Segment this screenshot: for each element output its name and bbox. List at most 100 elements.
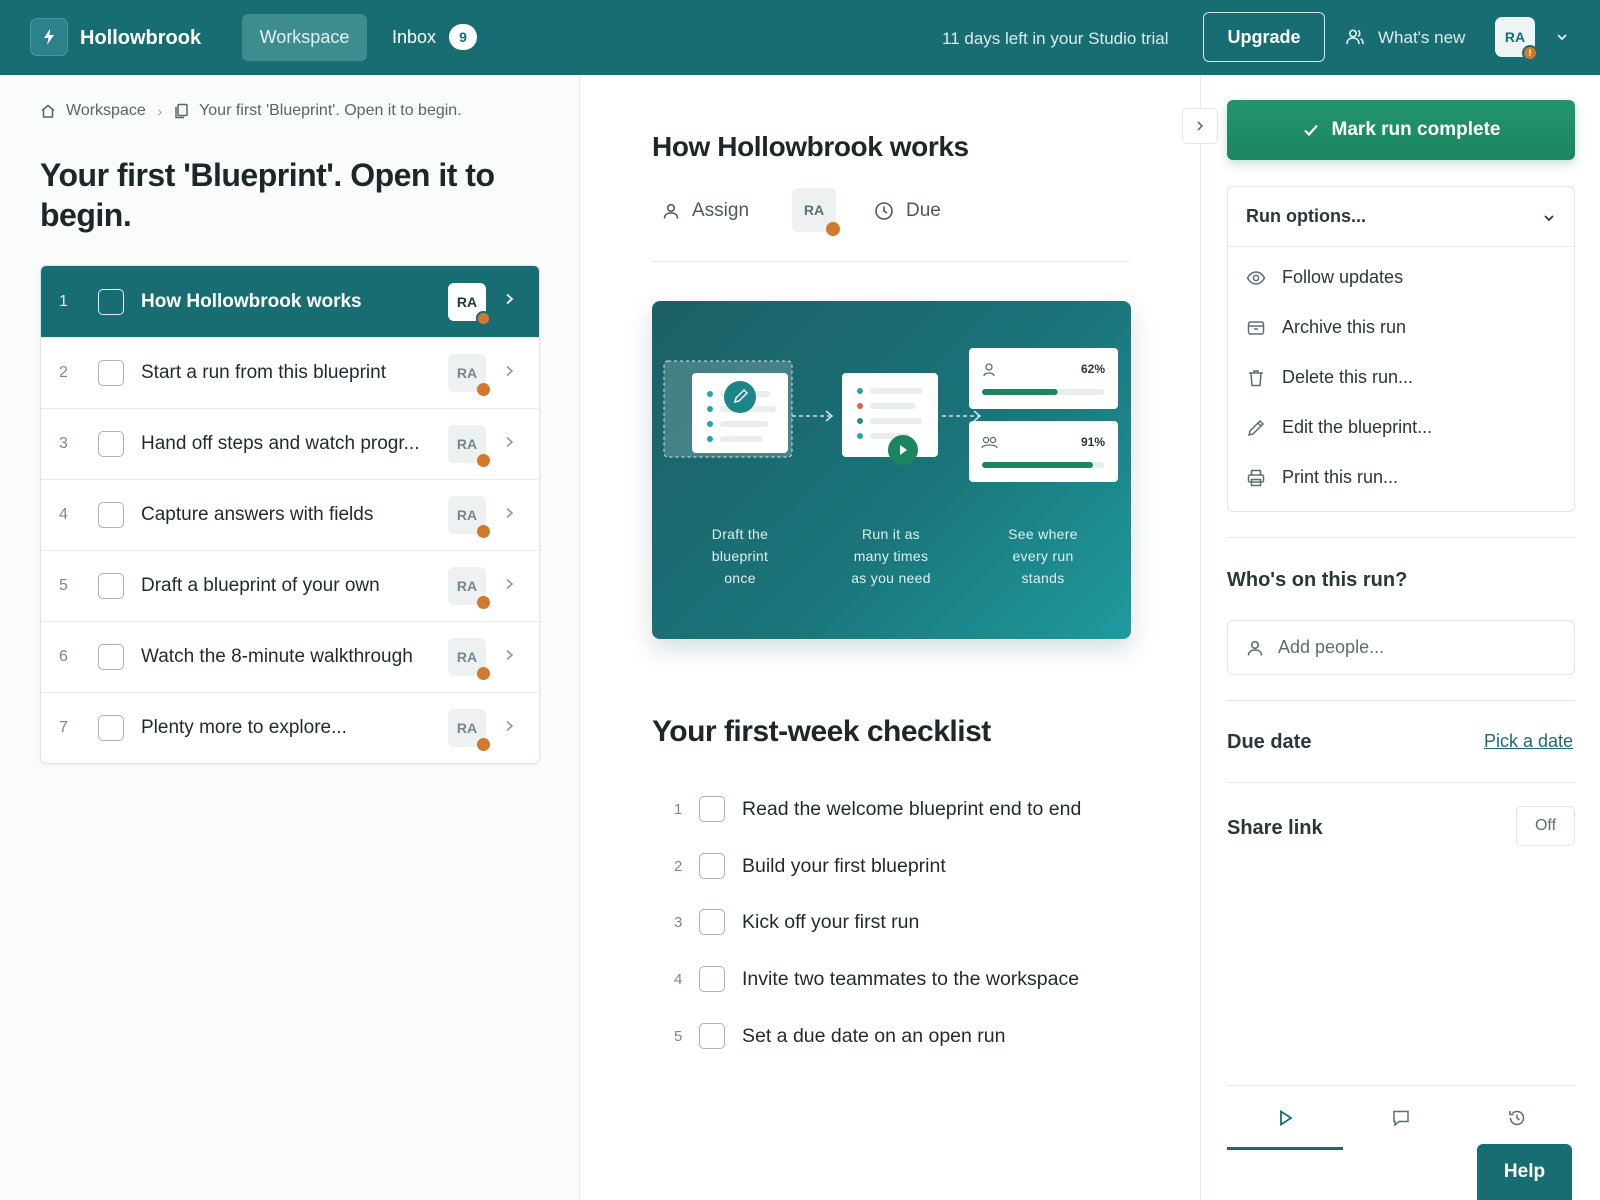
chevron-down-icon[interactable] (1555, 30, 1569, 49)
brand-name[interactable]: Hollowbrook (80, 27, 201, 50)
run-options-label: Run options... (1246, 206, 1366, 226)
share-link-toggle[interactable]: Off (1516, 806, 1575, 846)
collapse-sidebar-button[interactable] (1182, 108, 1218, 144)
printer-icon (1246, 468, 1266, 488)
nav-workspace[interactable]: Workspace (242, 14, 367, 61)
whats-new-link[interactable]: What's new (1378, 28, 1465, 48)
caption-track: See where every run stands (1008, 526, 1078, 586)
assignee-avatar[interactable]: RA (792, 188, 840, 236)
add-people-input[interactable]: Add people... (1227, 620, 1575, 675)
menu-print-run[interactable]: Print this run... (1246, 467, 1398, 488)
history-icon (1507, 1108, 1527, 1128)
step-row[interactable]: 3 Hand off steps and watch progr... RA (41, 408, 539, 479)
tab-run[interactable] (1227, 1108, 1343, 1128)
assignee-avatar[interactable]: RA (448, 638, 490, 680)
step-checkbox[interactable] (98, 502, 124, 528)
comment-icon (1391, 1108, 1411, 1128)
step-label[interactable]: Watch the 8-minute walkthrough (141, 646, 413, 668)
mark-complete-label: Mark run complete (1331, 119, 1501, 140)
step-checkbox[interactable] (98, 431, 124, 457)
run-options-menu: Run options... Follow updates Archive th… (1227, 186, 1575, 512)
mark-complete-button[interactable]: Mark run complete (1227, 100, 1575, 160)
menu-delete-run[interactable]: Delete this run... (1246, 367, 1413, 388)
assignee-avatar[interactable]: RA (448, 567, 490, 609)
step-row[interactable]: 5 Draft a blueprint of your own RA (41, 550, 539, 621)
step-label[interactable]: Hand off steps and watch progr... (141, 433, 420, 455)
item-text: Kick off your first run (742, 910, 920, 933)
nav-inbox[interactable]: Inbox (392, 27, 436, 48)
run-options-toggle[interactable]: Run options... (1228, 187, 1574, 247)
check-icon (1302, 121, 1320, 139)
step-checkbox[interactable] (98, 360, 124, 386)
chevron-right-icon[interactable] (502, 648, 516, 667)
step-content-panel: How Hollowbrook works Assign RA Due 62% … (580, 75, 1200, 1200)
step-list: 1 How Hollowbrook works RA 2 Start a run… (40, 265, 540, 764)
tab-comments[interactable] (1343, 1108, 1459, 1128)
breadcrumb-root[interactable]: Workspace (66, 102, 146, 120)
item-number: 1 (674, 800, 683, 818)
step-row[interactable]: 6 Watch the 8-minute walkthrough RA (41, 621, 539, 692)
item-checkbox[interactable] (699, 853, 725, 879)
clock-icon (874, 201, 894, 221)
assignee-avatar[interactable]: RA (448, 709, 490, 751)
section-divider (1227, 537, 1575, 538)
how-it-works-illustration: 62% 91% Draft the blueprint once Run it as… (652, 301, 1131, 639)
step-row[interactable]: 1 How Hollowbrook works RA (41, 266, 539, 337)
step-checkbox[interactable] (98, 573, 124, 599)
menu-archive-run[interactable]: Archive this run (1246, 317, 1406, 338)
tab-history[interactable] (1459, 1108, 1575, 1128)
item-number: 2 (674, 857, 683, 875)
chevron-right-icon[interactable] (502, 292, 516, 311)
item-number: 4 (674, 970, 683, 988)
chevron-right-icon[interactable] (502, 435, 516, 454)
step-row[interactable]: 7 Plenty more to explore... RA (41, 692, 539, 763)
item-checkbox[interactable] (699, 909, 725, 935)
due-button[interactable]: Due (874, 200, 941, 222)
assignee-avatar[interactable]: RA (448, 425, 490, 467)
item-text: Build your first blueprint (742, 854, 946, 877)
assignee-avatar[interactable]: RA (448, 282, 491, 326)
checklist-item[interactable]: 2 Build your first blueprint (652, 846, 1132, 886)
checklist-item[interactable]: 3 Kick off your first run (652, 902, 1132, 942)
help-button[interactable]: Help (1477, 1144, 1572, 1200)
inbox-count-badge[interactable]: 9 (449, 24, 477, 50)
archive-icon (1246, 318, 1266, 338)
play-icon (1275, 1108, 1295, 1128)
checklist-item[interactable]: 5 Set a due date on an open run (652, 1016, 1132, 1056)
step-label[interactable]: How Hollowbrook works (141, 291, 362, 313)
step-row[interactable]: 2 Start a run from this blueprint RA (41, 337, 539, 408)
step-checkbox[interactable] (98, 644, 124, 670)
step-row[interactable]: 4 Capture answers with fields RA (41, 479, 539, 550)
menu-follow-updates[interactable]: Follow updates (1246, 267, 1403, 288)
step-label[interactable]: Plenty more to explore... (141, 717, 347, 739)
item-checkbox[interactable] (699, 1023, 725, 1049)
step-label[interactable]: Start a run from this blueprint (141, 362, 386, 384)
assignee-avatar[interactable]: RA (448, 354, 490, 396)
checklist-item[interactable]: 1 Read the welcome blueprint end to end (652, 789, 1132, 829)
item-text: Read the welcome blueprint end to end (742, 797, 1082, 820)
assign-button[interactable]: Assign (662, 200, 749, 222)
pick-date-link[interactable]: Pick a date (1484, 731, 1573, 752)
step-label[interactable]: Capture answers with fields (141, 504, 373, 526)
item-checkbox[interactable] (699, 796, 725, 822)
upgrade-button[interactable]: Upgrade (1203, 12, 1325, 62)
menu-edit-blueprint[interactable]: Edit the blueprint... (1246, 417, 1432, 438)
chevron-right-icon[interactable] (502, 364, 516, 383)
step-label[interactable]: Draft a blueprint of your own (141, 575, 380, 597)
app-logo-icon[interactable] (30, 18, 68, 56)
chevron-down-icon (1542, 209, 1556, 230)
chevron-right-icon[interactable] (502, 577, 516, 596)
avatar-status-dot (477, 525, 490, 538)
step-title: How Hollowbrook works (652, 131, 969, 162)
chevron-right-icon[interactable] (502, 506, 516, 525)
pencil-icon (1246, 418, 1266, 438)
chevron-right-icon[interactable] (502, 719, 516, 738)
assignee-avatar[interactable]: RA (448, 496, 490, 538)
step-checkbox[interactable] (98, 288, 124, 315)
home-icon[interactable] (40, 103, 56, 119)
checklist-item[interactable]: 4 Invite two teammates to the workspace (652, 959, 1132, 999)
step-checkbox[interactable] (98, 715, 124, 741)
item-checkbox[interactable] (699, 966, 725, 992)
eye-icon (1246, 268, 1266, 288)
users-icon[interactable] (1345, 27, 1365, 52)
